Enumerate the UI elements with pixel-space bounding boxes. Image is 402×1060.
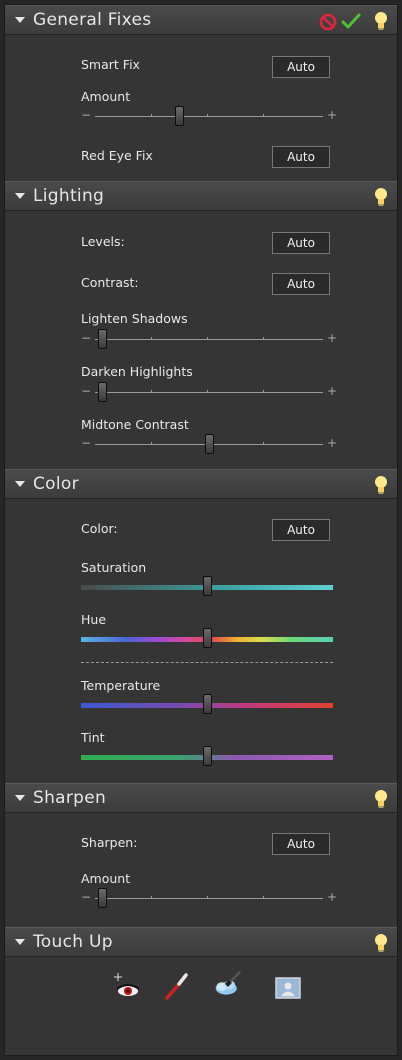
plus-sign: + [326, 384, 337, 398]
minus-sign: − [81, 108, 92, 122]
slider-track [95, 392, 323, 393]
section-title: Color [33, 474, 79, 494]
sharpen-amount-slider[interactable]: − + [81, 887, 337, 911]
smart-fix-amount-slider[interactable]: − + [81, 105, 337, 129]
slider-thumb[interactable] [205, 434, 214, 454]
collapse-triangle-icon[interactable] [15, 193, 25, 199]
slider-thumb[interactable] [175, 106, 185, 126]
midtone-contrast-slider[interactable]: − + [81, 433, 337, 457]
tint-slider[interactable] [81, 745, 333, 769]
section-title: General Fixes [33, 10, 152, 30]
temperature-slider[interactable] [81, 693, 333, 717]
plus-sign: + [326, 436, 337, 450]
color-auto-button[interactable]: Auto [272, 519, 330, 541]
lighten-shadows-label: Lighten Shadows [81, 311, 188, 326]
lightbulb-icon[interactable] [373, 789, 389, 809]
hue-slider[interactable] [81, 627, 333, 651]
hue-label: Hue [81, 612, 107, 627]
slider-thumb[interactable] [203, 576, 212, 596]
levels-label: Levels: [81, 234, 125, 249]
plus-sign: + [326, 331, 337, 345]
slider-tick [263, 390, 264, 393]
slider-thumb[interactable] [97, 329, 107, 349]
amount-label: Amount [81, 89, 131, 104]
saturation-label: Saturation [81, 560, 147, 575]
slider-tick [207, 896, 208, 899]
smart-fix-label: Smart Fix [81, 57, 140, 72]
slider-tick [151, 337, 152, 340]
slider-tick [207, 337, 208, 340]
minus-sign: − [81, 384, 92, 398]
red-eye-fix-label: Red Eye Fix [81, 148, 153, 163]
slider-thumb[interactable] [203, 628, 212, 648]
section-title: Touch Up [33, 932, 113, 952]
lighting-header[interactable]: Lighting [5, 181, 397, 211]
slider-thumb[interactable] [97, 888, 107, 908]
color-label: Color: [81, 521, 118, 536]
minus-sign: − [81, 436, 92, 450]
section-title: Sharpen [33, 788, 107, 808]
lightbulb-icon[interactable] [373, 187, 389, 207]
saturation-slider[interactable] [81, 575, 333, 599]
slider-tick [263, 896, 264, 899]
collapse-triangle-icon[interactable] [15, 795, 25, 801]
slider-track [95, 339, 323, 340]
sharpen-header[interactable]: Sharpen [5, 783, 397, 813]
contrast-auto-button[interactable]: Auto [272, 273, 330, 295]
levels-auto-button[interactable]: Auto [272, 232, 330, 254]
section-title: Lighting [33, 186, 105, 206]
cancel-icon[interactable] [319, 13, 337, 31]
make-blue-skies-icon[interactable] [213, 969, 243, 999]
slider-tick [263, 337, 264, 340]
slider-thumb[interactable] [97, 382, 107, 402]
tint-label: Tint [81, 730, 105, 745]
red-eye-fix-auto-button[interactable]: Auto [272, 146, 330, 168]
sharpen-auto-button[interactable]: Auto [272, 833, 330, 855]
whiten-teeth-brush-icon[interactable] [161, 971, 191, 1001]
contrast-label: Contrast: [81, 275, 139, 290]
quick-fix-panel: General Fixes Smart Fix Auto Amount − + … [4, 4, 398, 1056]
temperature-label: Temperature [81, 678, 161, 693]
lighten-shadows-slider[interactable]: − + [81, 328, 337, 352]
slider-track [95, 898, 323, 899]
slider-tick [151, 896, 152, 899]
midtone-contrast-label: Midtone Contrast [81, 417, 189, 432]
lightbulb-icon[interactable] [373, 475, 389, 495]
slider-tick [207, 390, 208, 393]
touch-up-header[interactable]: Touch Up [5, 927, 397, 957]
slider-tick [151, 114, 152, 117]
lightbulb-icon[interactable] [373, 933, 389, 953]
amount-label: Amount [81, 871, 131, 886]
color-header[interactable]: Color [5, 469, 397, 499]
slider-thumb[interactable] [203, 694, 212, 714]
slider-tick [151, 442, 152, 445]
darken-highlights-label: Darken Highlights [81, 364, 193, 379]
plus-sign: + [326, 108, 337, 122]
minus-sign: − [81, 331, 92, 345]
red-eye-removal-tool-icon[interactable] [111, 971, 141, 1001]
slider-track [95, 116, 323, 117]
slider-tick [207, 114, 208, 117]
divider [81, 662, 333, 663]
collapse-triangle-icon[interactable] [15, 17, 25, 23]
collapse-triangle-icon[interactable] [15, 481, 25, 487]
slider-thumb[interactable] [203, 746, 212, 766]
smart-fix-auto-button[interactable]: Auto [272, 56, 330, 78]
lightbulb-icon[interactable] [373, 11, 389, 31]
collapse-triangle-icon[interactable] [15, 939, 25, 945]
checkmark-icon[interactable] [341, 12, 361, 30]
slider-tick [151, 390, 152, 393]
slider-tick [263, 442, 264, 445]
slider-tick [263, 114, 264, 117]
sharpen-label: Sharpen: [81, 835, 138, 850]
minus-sign: − [81, 890, 92, 904]
general-fixes-header[interactable]: General Fixes [5, 5, 397, 35]
black-and-white-portrait-icon[interactable] [273, 973, 303, 1003]
darken-highlights-slider[interactable]: − + [81, 381, 337, 405]
plus-sign: + [326, 890, 337, 904]
